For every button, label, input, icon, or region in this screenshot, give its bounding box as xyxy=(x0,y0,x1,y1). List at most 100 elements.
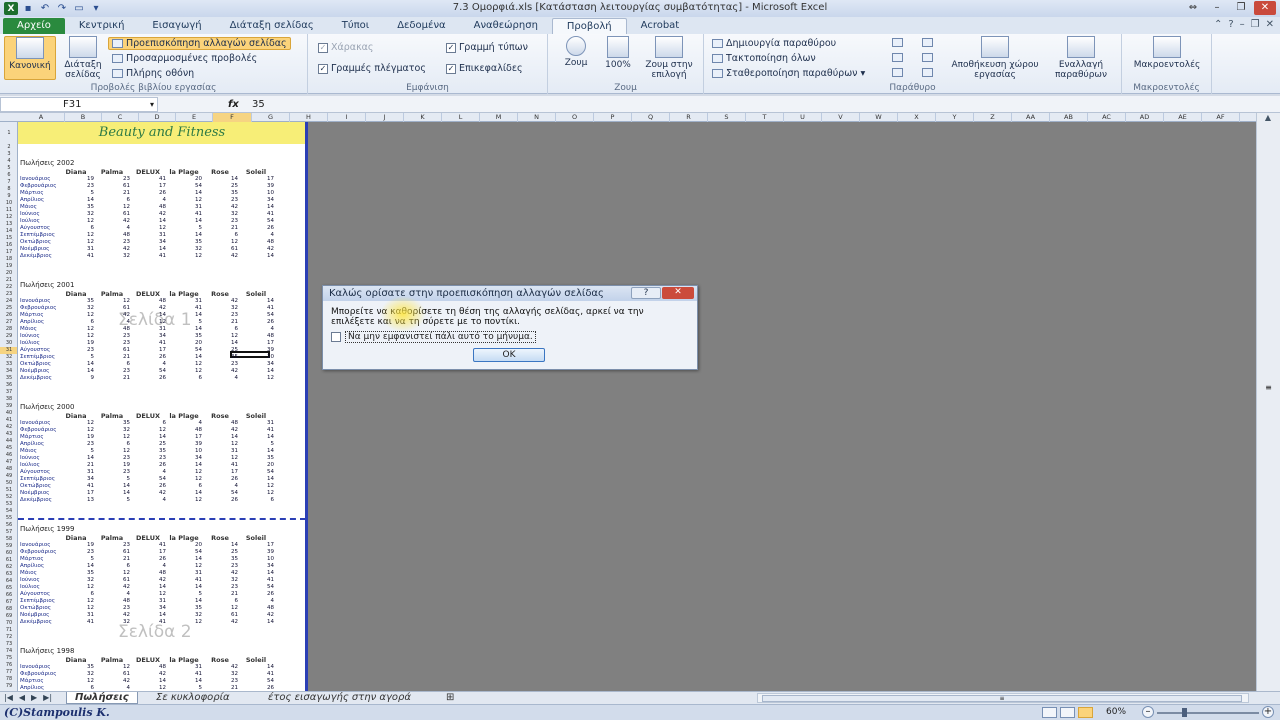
value-cell[interactable]: 5 xyxy=(94,497,131,503)
switch-windows-button[interactable]: Εναλλαγή παραθύρων xyxy=(1044,36,1118,80)
gridlines-checkbox[interactable]: ✓ Γραμμές πλέγματος xyxy=(318,63,426,74)
month-cell[interactable]: Δεκέμβριος xyxy=(20,253,52,259)
value-cell[interactable]: 34 xyxy=(238,197,274,203)
month-cell[interactable]: Σεπτέμβριος xyxy=(20,354,55,360)
value-cell[interactable]: 23 xyxy=(94,333,130,339)
column-header[interactable]: G xyxy=(252,113,290,122)
value-cell[interactable]: 5 xyxy=(166,319,203,325)
tab-formulas[interactable]: Τύποι xyxy=(328,18,383,34)
row-header[interactable]: 68 xyxy=(0,606,17,613)
month-cell[interactable]: Ιούνιος xyxy=(20,211,40,217)
value-cell[interactable]: 42 xyxy=(238,612,274,618)
month-cell[interactable]: Ιανουάριος xyxy=(20,298,50,304)
value-cell[interactable]: 42 xyxy=(202,368,238,374)
value-cell[interactable]: 17 xyxy=(238,340,274,346)
value-cell[interactable]: 41 xyxy=(202,462,238,468)
value-cell[interactable]: 39 xyxy=(238,549,274,555)
value-cell[interactable]: 12 xyxy=(58,427,94,433)
value-cell[interactable]: 12 xyxy=(94,204,130,210)
value-cell[interactable]: 14 xyxy=(166,462,202,468)
value-cell[interactable]: 23 xyxy=(94,239,130,245)
row-header[interactable]: 4 xyxy=(0,158,17,165)
value-cell[interactable]: 54 xyxy=(238,218,274,224)
brand-header[interactable]: DELUX xyxy=(130,412,166,420)
month-cell[interactable]: Ιανουάριος xyxy=(20,176,50,182)
month-cell[interactable]: Νοέμβριος xyxy=(20,612,49,618)
value-cell[interactable]: 4 xyxy=(130,497,167,503)
value-cell[interactable]: 31 xyxy=(166,298,202,304)
value-cell[interactable]: 21 xyxy=(202,319,238,325)
normal-view-status-icon[interactable] xyxy=(1042,707,1057,718)
zoom-button[interactable]: Ζουμ xyxy=(558,36,594,68)
value-cell[interactable]: 23 xyxy=(202,678,238,684)
value-cell[interactable]: 23 xyxy=(202,361,238,367)
page-break-status-icon[interactable] xyxy=(1078,707,1093,718)
value-cell[interactable]: 48 xyxy=(130,570,166,576)
value-cell[interactable]: 41 xyxy=(130,542,166,548)
value-cell[interactable]: 32 xyxy=(166,246,202,252)
value-cell[interactable]: 25 xyxy=(130,441,166,447)
value-cell[interactable]: 32 xyxy=(202,577,238,583)
month-cell[interactable]: Οκτώβριος xyxy=(20,605,51,611)
month-cell[interactable]: Απρίλιος xyxy=(20,441,44,447)
row-header[interactable]: 39 xyxy=(0,403,17,410)
column-header[interactable]: AE xyxy=(1164,113,1202,122)
dialog-close-button[interactable]: ✕ xyxy=(662,287,694,299)
value-cell[interactable]: 19 xyxy=(58,176,94,182)
row-header[interactable]: 21 xyxy=(0,277,17,284)
workbook-restore-button[interactable]: ❐ xyxy=(1251,19,1260,30)
formula-input[interactable]: 35 xyxy=(252,99,265,110)
value-cell[interactable]: 6 xyxy=(166,483,203,489)
brand-header[interactable]: la Plage xyxy=(166,290,202,298)
value-cell[interactable]: 26 xyxy=(130,556,166,562)
value-cell[interactable]: 23 xyxy=(94,176,130,182)
unhide-button[interactable] xyxy=(892,68,903,77)
value-cell[interactable]: 10 xyxy=(238,354,274,360)
value-cell[interactable]: 41 xyxy=(238,427,274,433)
brand-header[interactable]: la Plage xyxy=(166,168,202,176)
tab-file[interactable]: Αρχείο xyxy=(3,18,65,34)
value-cell[interactable]: 5 xyxy=(58,354,95,360)
split-button[interactable] xyxy=(892,38,903,47)
value-cell[interactable]: 12 xyxy=(58,239,94,245)
value-cell[interactable]: 10 xyxy=(238,556,274,562)
value-cell[interactable]: 26 xyxy=(130,462,166,468)
sheet-title[interactable]: Beauty and Fitness xyxy=(18,122,306,144)
sheet-area[interactable]: A B C D E F G H I J K L M N O P Q R S T U V W X Y Z AA AB AC AD AE AF 1… xyxy=(0,113,1280,691)
value-cell[interactable]: 12 xyxy=(130,225,166,231)
value-cell[interactable]: 21 xyxy=(94,190,130,196)
row-header[interactable]: 65 xyxy=(0,585,17,592)
brand-header[interactable]: Diana xyxy=(58,290,94,298)
zoom-slider[interactable] xyxy=(1157,712,1259,714)
month-cell[interactable]: Ιούνιος xyxy=(20,577,40,583)
value-cell[interactable]: 23 xyxy=(58,549,94,555)
row-header[interactable]: 2 xyxy=(0,144,17,151)
row-header[interactable]: 20 xyxy=(0,270,17,277)
value-cell[interactable]: 48 xyxy=(238,239,274,245)
row-header[interactable]: 6 xyxy=(0,172,17,179)
value-cell[interactable]: 35 xyxy=(94,420,130,426)
column-header[interactable]: W xyxy=(860,113,898,122)
tab-page-layout[interactable]: Διάταξη σελίδας xyxy=(216,18,328,34)
month-cell[interactable]: Ιούλιος xyxy=(20,340,40,346)
value-cell[interactable]: 48 xyxy=(238,605,274,611)
value-cell[interactable]: 12 xyxy=(58,584,94,590)
value-cell[interactable]: 23 xyxy=(94,469,130,475)
month-cell[interactable]: Αύγουστος xyxy=(20,469,50,475)
row-header[interactable]: 74 xyxy=(0,648,17,655)
month-cell[interactable]: Μάρτιος xyxy=(20,312,44,318)
value-cell[interactable]: 5 xyxy=(166,225,203,231)
column-header[interactable]: M xyxy=(480,113,518,122)
value-cell[interactable]: 31 xyxy=(58,612,94,618)
value-cell[interactable]: 6 xyxy=(94,563,131,569)
horizontal-scrollbar[interactable]: ≡ xyxy=(757,693,1249,703)
value-cell[interactable]: 35 xyxy=(202,354,238,360)
value-cell[interactable]: 61 xyxy=(94,671,130,677)
value-cell[interactable]: 12 xyxy=(202,333,238,339)
row-header[interactable]: 44 xyxy=(0,438,17,445)
column-header[interactable]: X xyxy=(898,113,936,122)
row-header[interactable]: 36 xyxy=(0,382,17,389)
value-cell[interactable]: 17 xyxy=(130,183,166,189)
column-header[interactable]: Y xyxy=(936,113,974,122)
row-header[interactable]: 43 xyxy=(0,431,17,438)
